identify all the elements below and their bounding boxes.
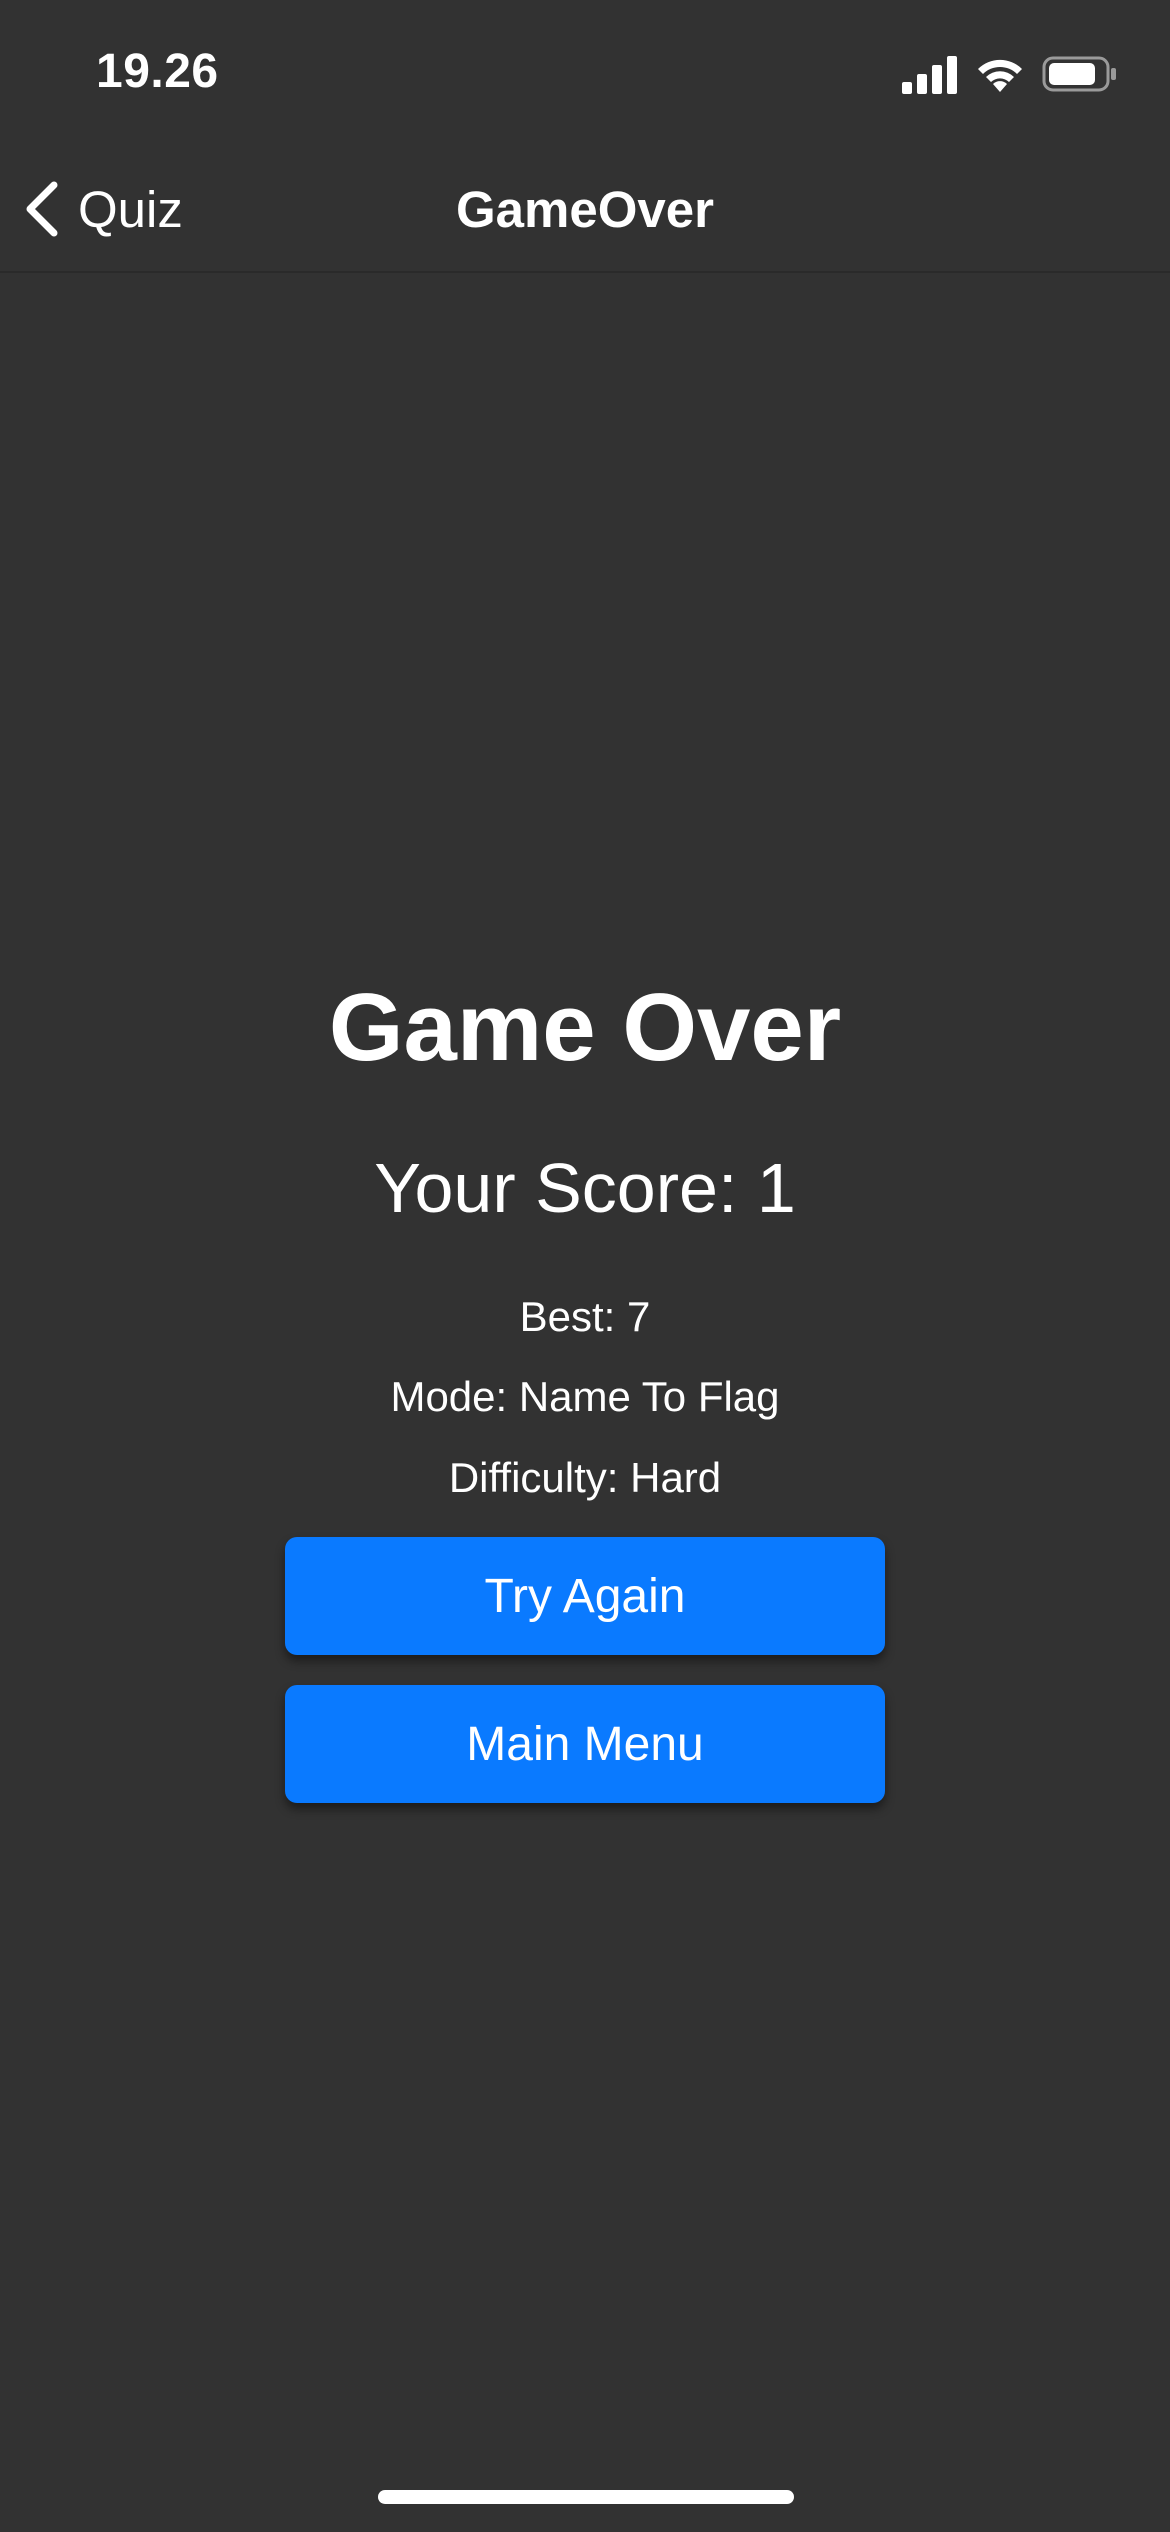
home-indicator[interactable] <box>378 2490 794 2504</box>
wifi-icon <box>978 59 1022 92</box>
status-icons <box>902 52 1118 96</box>
best-score-text: Best: 7 <box>519 1293 651 1340</box>
score-text: Your Score: 1 <box>374 1149 796 1227</box>
mode-text: Mode: Name To Flag <box>390 1373 780 1420</box>
status-bar: 19.26 <box>0 0 1170 150</box>
page-title: GameOver <box>456 181 714 238</box>
main-menu-button[interactable]: Main Menu <box>285 1685 885 1803</box>
game-over-heading: Game Over <box>328 974 842 1081</box>
navigation-bar: Quiz GameOver <box>0 150 1170 273</box>
try-again-button[interactable]: Try Again <box>285 1537 885 1655</box>
signal-icon <box>902 56 957 94</box>
battery-icon <box>1042 56 1116 92</box>
status-time: 19.26 <box>96 45 219 98</box>
difficulty-text: Difficulty: Hard <box>448 1454 722 1501</box>
